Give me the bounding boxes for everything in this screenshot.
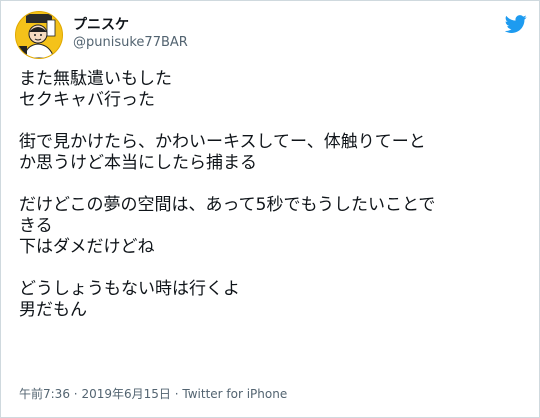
separator-dot: · xyxy=(73,387,78,401)
tweet-line: 街で見かけたら、かわいーキスしてー、体触りてーと xyxy=(19,132,426,152)
tweet-card: プニスケ @punisuke77BAR また無駄遣いもした セクキャバ行った 街… xyxy=(0,0,540,418)
tweet-line-gap xyxy=(19,174,523,195)
display-name[interactable]: プニスケ xyxy=(73,16,188,34)
tweet-line: セクキャバ行った xyxy=(19,90,155,110)
avatar-illustration xyxy=(16,12,62,58)
tweet-line: か思うけど本当にしたら捕まる xyxy=(19,153,257,173)
tweet-metadata: 午前7:36 · 2019年6月15日 · Twitter for iPhone xyxy=(19,386,287,402)
tweet-line: 男だもん xyxy=(19,300,87,320)
avatar[interactable] xyxy=(15,11,63,59)
tweet-line: また無駄遣いもした xyxy=(19,69,172,89)
user-handle[interactable]: @punisuke77BAR xyxy=(73,34,188,52)
tweet-header: プニスケ @punisuke77BAR xyxy=(15,11,527,59)
tweet-line-gap xyxy=(19,258,523,279)
separator-dot: · xyxy=(174,387,179,401)
tweet-line-gap xyxy=(19,111,523,132)
author-names: プニスケ @punisuke77BAR xyxy=(73,16,188,52)
tweet-line: だけどこの夢の空間は、あって5秒でもうしたいことで xyxy=(19,195,436,215)
tweet-text: また無駄遣いもした セクキャバ行った 街で見かけたら、かわいーキスしてー、体触り… xyxy=(19,69,523,321)
twitter-bird-icon[interactable] xyxy=(505,13,527,35)
tweet-date[interactable]: 2019年6月15日 xyxy=(81,387,170,401)
tweet-source[interactable]: Twitter for iPhone xyxy=(182,387,287,401)
tweet-line: 下はダメだけどね xyxy=(19,237,155,257)
tweet-line: きる xyxy=(19,216,53,236)
tweet-line: どうしょうもない時は行くよ xyxy=(19,279,240,299)
tweet-time[interactable]: 午前7:36 xyxy=(19,387,70,401)
